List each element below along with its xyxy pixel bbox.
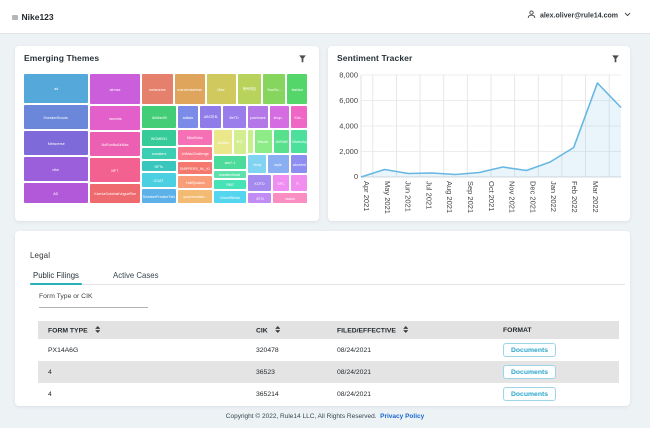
svg-text:8,000: 8,000 bbox=[339, 71, 358, 80]
svg-text:Feb 2022: Feb 2022 bbox=[570, 181, 579, 213]
svg-text:2,000: 2,000 bbox=[339, 147, 358, 156]
svg-text:Jul 2021: Jul 2021 bbox=[424, 181, 433, 209]
svg-text:Jan 2022: Jan 2022 bbox=[549, 181, 558, 212]
svg-text:Mar 2022: Mar 2022 bbox=[591, 181, 600, 213]
svg-text:Sep 2021: Sep 2021 bbox=[466, 181, 475, 213]
svg-text:0: 0 bbox=[354, 172, 358, 181]
svg-text:Jun 2021: Jun 2021 bbox=[404, 181, 413, 212]
svg-text:6,000: 6,000 bbox=[339, 96, 358, 105]
svg-text:4,000: 4,000 bbox=[339, 122, 358, 131]
svg-text:May 2021: May 2021 bbox=[383, 181, 392, 214]
svg-text:Nov 2021: Nov 2021 bbox=[508, 181, 517, 213]
svg-text:Apr 2021: Apr 2021 bbox=[362, 181, 371, 211]
svg-text:Aug 2021: Aug 2021 bbox=[445, 181, 454, 213]
svg-text:Dec 2021: Dec 2021 bbox=[528, 181, 537, 213]
svg-text:Oct 2021: Oct 2021 bbox=[487, 181, 496, 211]
